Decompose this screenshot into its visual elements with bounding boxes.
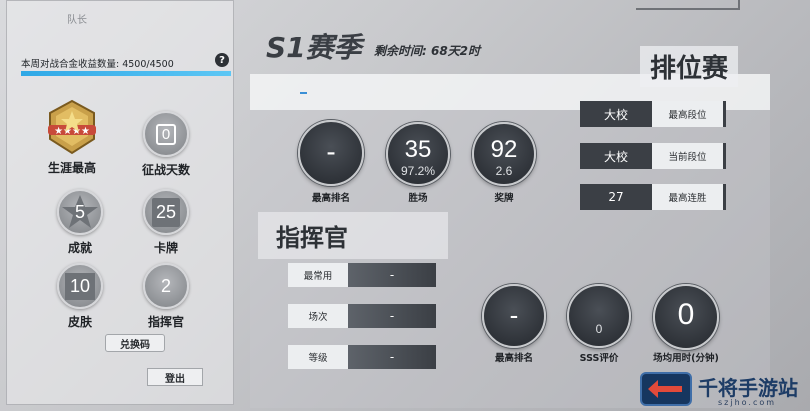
season-remaining-time: 剩余时间: 68天2时 [374,44,481,58]
circle-caption: 胜场 [408,193,428,204]
commander-row-matches: 场次 - [288,304,436,328]
circle-caption: 最高排名 [494,353,533,364]
stat-campaign-days[interactable]: 0 征战天数 [131,111,201,178]
stat-commanders[interactable]: 2 指挥官 [131,263,201,330]
stat-career-best[interactable]: ★★★★ 生涯最高 [37,99,107,176]
stat-value: 10 [64,272,96,300]
commander-row-level: 等级 - [288,345,436,369]
stat-label: 卡牌 [153,241,178,255]
stat-label: 生涯最高 [47,161,96,175]
season-title: S1赛季 [266,31,362,64]
rank-value: 27 [580,184,652,210]
rank-row-highest-tier: 大校 最高段位 [580,101,726,127]
rank-label: 最高段位 [652,101,726,127]
commander-row-most-used: 最常用 - [288,263,436,287]
commander-avg-time-circle: 0 [653,284,719,350]
strip-indicator [300,92,307,94]
svg-text:★★★★: ★★★★ [54,126,90,137]
season-best-rank-circle: - [298,120,364,186]
season-wins-circle: 35 97.2% [386,122,450,186]
watermark-url: szjho.com [718,398,777,407]
weekly-income-bar [21,71,231,76]
stat-cards[interactable]: 25 卡牌 [131,189,201,256]
stat-value: 25 [151,197,181,227]
redeem-code-button[interactable]: 兑换码 [105,334,165,352]
circle-caption: 最高排名 [311,193,350,204]
ranked-title: 排位赛 [640,46,739,87]
circle-caption: 奖牌 [494,193,514,204]
rank-row-win-streak: 27 最高连胜 [580,184,726,210]
season-medals-circle: 92 2.6 [472,122,536,186]
stat-label: 皮肤 [67,315,92,329]
top-frame-decoration [636,0,740,10]
card-icon: 25 [143,189,189,235]
help-icon[interactable]: ? [215,53,229,67]
watermark-text: 千将手游站 [698,376,798,400]
commander-sss-circle: 0 [567,284,631,348]
watermark-logo-icon [640,372,692,406]
stat-label: 成就 [67,241,92,255]
circle-main-value: 92 [490,136,518,163]
panel-header: 队长 [67,15,87,26]
logout-button[interactable]: 登出 [147,368,203,386]
rank-star-badge-icon: ★★★★ [44,99,100,155]
circle-main-value: - [509,300,519,330]
circle-caption: SSS评价 [579,353,619,364]
stat-value: 0 [155,123,177,145]
stat-skins[interactable]: 10 皮肤 [45,263,115,330]
cmd-value: - [348,345,436,369]
cmd-label: 等级 [288,345,348,369]
rank-value: 大校 [580,101,652,127]
commander-section-title: 指挥官 [258,212,448,259]
stat-achievements[interactable]: 5 成就 [45,189,115,256]
stat-label: 征战天数 [141,163,190,177]
commander-best-rank-circle: - [482,284,546,348]
shirt-icon: 10 [57,263,103,309]
commander-icon: 2 [143,263,189,309]
circle-main-value: 0 [677,298,695,331]
weekly-income-label: 本周对战合金收益数量: 4500/4500 [21,59,174,70]
stat-value: 5 [74,201,85,222]
stat-label: 指挥官 [147,315,184,329]
weekly-income-bar-fill [21,71,231,76]
star-icon: 5 [57,189,103,235]
circle-caption: 场均用时(分钟) [653,353,719,364]
circle-sub-value: 2.6 [495,164,513,178]
cmd-value: - [348,263,436,287]
circle-sub-value: 97.2% [400,164,436,178]
calendar-icon: 0 [143,111,189,157]
rank-label: 当前段位 [652,143,726,169]
stat-value: 2 [160,275,171,296]
circle-main-value: - [326,136,336,167]
cmd-value: - [348,304,436,328]
circle-main-value: 35 [404,136,432,163]
site-watermark: 千将手游站 szjho.com [640,370,810,410]
rank-row-current-tier: 大校 当前段位 [580,143,726,169]
circle-sub-value: 0 [595,322,603,336]
rank-label: 最高连胜 [652,184,726,210]
cmd-label: 场次 [288,304,348,328]
profile-panel: 队长 本周对战合金收益数量: 4500/4500 ? ★★★★ 生涯最高 0 征… [6,0,234,405]
cmd-label: 最常用 [288,263,348,287]
rank-value: 大校 [580,143,652,169]
